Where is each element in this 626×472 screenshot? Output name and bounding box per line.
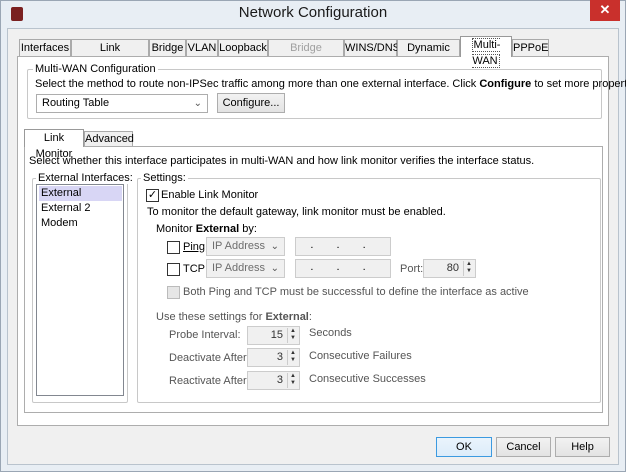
- tab-wins-dns[interactable]: WINS/DNS: [344, 39, 400, 57]
- port-spinner: 80 ▲ ▼: [423, 259, 476, 278]
- ok-button[interactable]: OK: [436, 437, 492, 457]
- settings-label: Settings:: [141, 172, 188, 184]
- probe-interval-label: Probe Interval:: [169, 329, 241, 341]
- chevron-down-icon: ⌄: [270, 241, 279, 252]
- tab-vlan[interactable]: VLAN: [186, 39, 218, 57]
- spinner-arrows-icon: ▲ ▼: [287, 373, 298, 388]
- ping-checkbox[interactable]: [167, 241, 180, 254]
- reactivate-after-spinner: 3 ▲ ▼: [247, 371, 300, 390]
- help-button[interactable]: Help: [555, 437, 610, 457]
- spinner-arrows-icon: ▲ ▼: [287, 328, 298, 343]
- chevron-down-icon: ⌄: [270, 263, 279, 274]
- spinner-arrows-icon: ▲ ▼: [287, 350, 298, 365]
- tcp-ip-field: . . .: [295, 259, 391, 278]
- routing-method-value: Routing Table: [42, 97, 110, 109]
- deactivate-after-unit: Consecutive Failures: [309, 350, 412, 362]
- list-item-external[interactable]: External: [39, 186, 122, 201]
- tcp-label: TCP: [183, 263, 205, 275]
- tab-dynamic-dns[interactable]: Dynamic DNS: [397, 39, 460, 70]
- subtab-link-monitor[interactable]: Link Monitor: [24, 129, 84, 160]
- multi-wan-description: Select the method to route non-IPSec tra…: [35, 78, 626, 90]
- use-settings-label: Use these settings for External:: [156, 311, 312, 323]
- tab-pppoe[interactable]: PPPoE: [512, 39, 549, 57]
- list-item-modem[interactable]: Modem: [39, 216, 122, 231]
- port-label: Port:: [400, 263, 424, 275]
- tab-interfaces[interactable]: Interfaces: [19, 39, 71, 57]
- configure-button[interactable]: Configure...: [217, 93, 285, 113]
- list-item-external-2[interactable]: External 2: [39, 201, 122, 216]
- spinner-arrows-icon: ▲ ▼: [463, 261, 474, 276]
- cancel-button[interactable]: Cancel: [496, 437, 551, 457]
- ping-label: Ping: [183, 241, 206, 253]
- multi-wan-config-label: Multi-WAN Configuration: [33, 63, 158, 75]
- routing-method-select[interactable]: Routing Table ⌄: [36, 94, 208, 113]
- external-interfaces-label: External Interfaces:: [36, 172, 135, 184]
- tcp-checkbox[interactable]: [167, 263, 180, 276]
- ping-type-select: IP Address ⌄: [206, 237, 285, 256]
- reactivate-after-unit: Consecutive Successes: [309, 373, 426, 385]
- deactivate-after-spinner: 3 ▲ ▼: [247, 348, 300, 367]
- enable-link-monitor-checkbox[interactable]: ✓: [146, 189, 159, 202]
- tab-bridge[interactable]: Bridge: [149, 39, 186, 57]
- ping-ip-field: . . .: [295, 237, 391, 256]
- probe-interval-unit: Seconds: [309, 327, 352, 339]
- enable-link-monitor-label: Enable Link Monitor: [161, 189, 259, 201]
- tab-link-aggregation[interactable]: Link Aggregation: [71, 39, 149, 70]
- monitor-by-label: Monitor External by:: [156, 223, 257, 235]
- close-button[interactable]: ✕: [590, 0, 620, 21]
- tcp-type-select: IP Address ⌄: [206, 259, 285, 278]
- link-monitor-description: Select whether this interface participat…: [29, 155, 535, 167]
- tab-loopback[interactable]: Loopback: [218, 39, 268, 57]
- both-checkbox: [167, 286, 180, 299]
- window-title: Network Configuration: [238, 4, 388, 21]
- deactivate-after-label: Deactivate After:: [169, 352, 250, 364]
- gateway-note: To monitor the default gateway, link mon…: [147, 206, 446, 218]
- probe-interval-spinner: 15 ▲ ▼: [247, 326, 300, 345]
- reactivate-after-label: Reactivate After:: [169, 375, 250, 387]
- subtab-advanced[interactable]: Advanced: [84, 131, 134, 147]
- tab-multi-wan[interactable]: Multi-WAN: [460, 36, 512, 68]
- interface-list[interactable]: External External 2 Modem: [36, 184, 124, 396]
- both-label: Both Ping and TCP must be successful to …: [183, 286, 529, 298]
- tab-multi-wan-label: Multi-WAN: [471, 38, 501, 68]
- chevron-down-icon: ⌄: [193, 98, 202, 109]
- tab-bridge-protocols: Bridge Protocols: [268, 39, 344, 70]
